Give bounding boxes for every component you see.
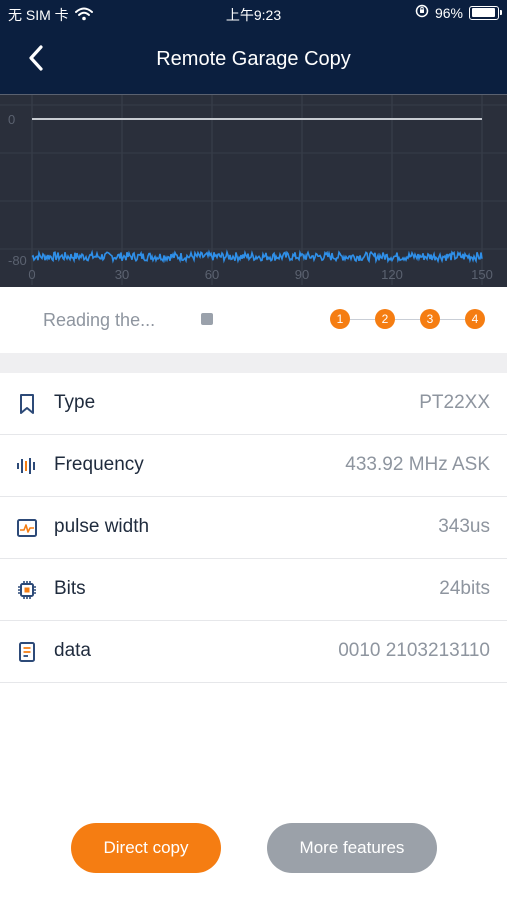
step-indicator: 1 2 3 4 xyxy=(330,309,485,329)
stop-icon[interactable] xyxy=(201,313,213,325)
document-icon xyxy=(16,641,38,663)
y-tick-label: 0 xyxy=(8,112,15,127)
info-label: data xyxy=(54,640,91,661)
status-bar: 无 SIM 卡 上午9:23 96% xyxy=(0,0,507,28)
nav-bar: Remote Garage Copy xyxy=(0,28,507,94)
step-3: 3 xyxy=(420,309,440,329)
signal-line-series xyxy=(31,249,483,264)
info-row-bits: Bits 24bits xyxy=(0,559,507,621)
info-value: 433.92 MHz ASK xyxy=(345,454,490,475)
status-right: 96% xyxy=(415,4,502,21)
step-connector xyxy=(350,318,375,320)
page-title: Remote Garage Copy xyxy=(156,48,351,70)
signal-chart-svg: 0-800 30 60 90 120 150 xyxy=(0,95,507,285)
orientation-lock-icon xyxy=(415,4,429,21)
y-tick-label: -80 xyxy=(8,253,27,268)
signal-chart: 0 -80 0 30 60 90 120 150 xyxy=(0,94,507,287)
pulse-icon xyxy=(16,517,38,539)
info-value: PT22XX xyxy=(419,392,490,413)
step-1: 1 xyxy=(330,309,350,329)
info-row-pulse-width: pulse width 343us xyxy=(0,497,507,559)
x-tick-label: 90 xyxy=(295,267,309,282)
x-tick-label: 0 xyxy=(28,267,35,282)
step-4: 4 xyxy=(465,309,485,329)
reading-status: Reading the... xyxy=(43,310,156,330)
step-connector xyxy=(395,318,420,320)
info-value: 24bits xyxy=(439,578,490,599)
info-label: pulse width xyxy=(54,516,150,537)
info-value: 0010 2103213110 xyxy=(338,640,490,661)
battery-percent: 96% xyxy=(434,4,463,21)
info-row-data: data 0010 2103213110 xyxy=(0,621,507,683)
direct-copy-button[interactable]: Direct copy xyxy=(71,823,221,873)
x-tick-label: 60 xyxy=(205,267,219,282)
app-screen: 无 SIM 卡 上午9:23 96% Remote Garage Copy 0 … xyxy=(0,0,507,900)
progress-row: Reading the... 1 2 3 4 xyxy=(0,287,507,353)
chip-icon xyxy=(16,579,38,601)
info-label: Type xyxy=(54,392,96,413)
more-features-button[interactable]: More features xyxy=(267,823,437,873)
step-2: 2 xyxy=(375,309,395,329)
bookmark-icon xyxy=(16,393,38,415)
info-row-type: Type PT22XX xyxy=(0,373,507,435)
section-separator xyxy=(0,353,507,373)
frequency-icon xyxy=(16,455,38,477)
info-label: Bits xyxy=(54,578,86,599)
x-tick-label: 30 xyxy=(115,267,129,282)
info-row-frequency: Frequency 433.92 MHz ASK xyxy=(0,435,507,497)
battery-fill xyxy=(471,8,495,17)
step-connector xyxy=(440,318,465,320)
info-value: 343us xyxy=(438,516,490,537)
x-tick-label: 120 xyxy=(381,267,403,282)
battery-icon xyxy=(469,5,502,20)
info-label: Frequency xyxy=(54,454,144,475)
x-tick-label: 150 xyxy=(471,267,493,282)
signal-info-list: Type PT22XX Frequency 433.92 MHz ASK pul… xyxy=(0,373,507,683)
